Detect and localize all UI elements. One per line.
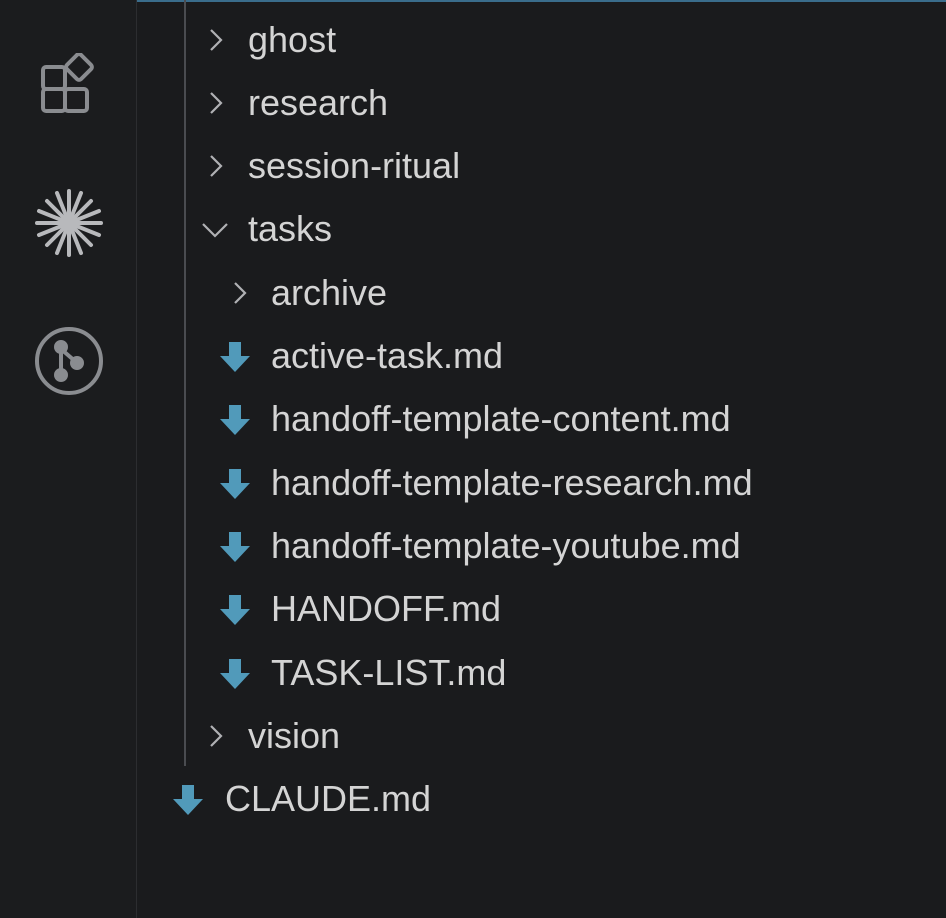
activity-bar [0,0,137,918]
chevron-right-icon [210,92,223,114]
tree-item-label: HANDOFF.md [271,588,502,629]
tree-item-label: TASK-LIST.md [271,652,507,693]
tree-item-label: active-task.md [271,335,504,376]
tree-item-label: session-ritual [248,145,461,186]
tree-item-label: tasks [248,208,333,249]
markdown-file-icon [220,469,250,499]
markdown-file-icon [220,595,250,625]
source-control-icon[interactable] [30,322,108,400]
markdown-file-icon [220,405,250,435]
tree-item-handoff-template-research-md[interactable]: handoff-template-research.md [137,455,946,511]
tree-item-vision[interactable]: vision [137,708,946,764]
focus-outline [137,0,946,4]
explorer-tree: ghost research session-ritual tasks arch… [137,0,946,918]
markdown-file-icon [220,342,250,372]
tree-item-label: research [248,82,389,123]
tree-item-archive[interactable]: archive [137,265,946,321]
tree-item-handoff-md[interactable]: HANDOFF.md [137,581,946,637]
claude-icon[interactable] [30,184,108,262]
tree-item-label: ghost [248,19,337,60]
markdown-file-icon [220,659,250,689]
extensions-icon[interactable] [30,46,108,124]
chevron-right-icon [210,155,223,177]
tree-item-active-task-md[interactable]: active-task.md [137,328,946,384]
tree-item-label: vision [248,715,341,756]
chevron-right-icon [234,282,247,304]
tree-item-research[interactable]: research [137,75,946,131]
chevron-down-icon [202,223,228,238]
tree-item-label: handoff-template-content.md [271,398,731,439]
tree-item-task-list-md[interactable]: TASK-LIST.md [137,645,946,701]
tree-item-claude-md[interactable]: CLAUDE.md [137,771,946,827]
markdown-file-icon [220,532,250,562]
markdown-file-icon [173,785,203,815]
tree-item-label: handoff-template-youtube.md [271,525,741,566]
chevron-right-icon [210,29,223,51]
tree-item-ghost[interactable]: ghost [137,12,946,68]
tree-item-label: CLAUDE.md [225,778,432,819]
tree-item-label: archive [271,272,388,313]
chevron-right-icon [210,725,223,747]
tree-item-handoff-template-youtube-md[interactable]: handoff-template-youtube.md [137,518,946,574]
tree-item-session-ritual[interactable]: session-ritual [137,138,946,194]
tree-item-label: handoff-template-research.md [271,462,753,503]
tree-item-tasks[interactable]: tasks [137,201,946,257]
tree-item-handoff-template-content-md[interactable]: handoff-template-content.md [137,391,946,447]
